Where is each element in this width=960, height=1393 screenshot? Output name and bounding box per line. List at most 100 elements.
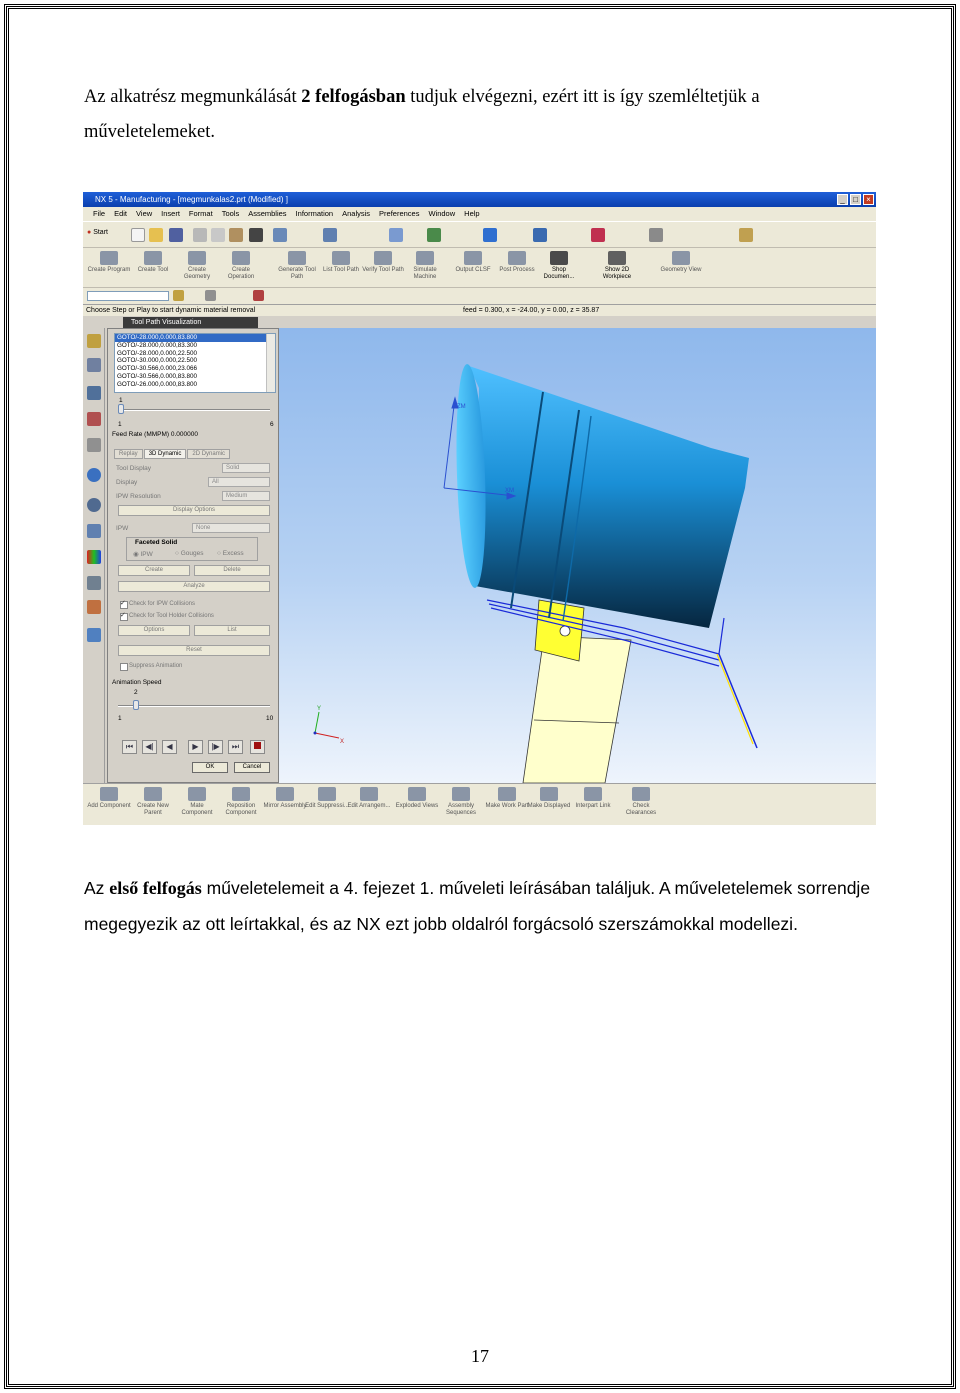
make-displayed-button[interactable]: Make Displayed [527, 787, 571, 821]
web-browser-icon[interactable] [87, 468, 101, 482]
play-button[interactable]: ▶ [188, 740, 203, 754]
save-icon[interactable] [169, 228, 183, 242]
play-back-button[interactable]: ◀ [162, 740, 177, 754]
assembly-navigator-icon[interactable] [87, 386, 101, 400]
menu-preferences[interactable]: Preferences [379, 207, 419, 221]
list-item[interactable]: GOTO/-26.000,0.000,83.800 [115, 381, 275, 389]
ipw-resolution-select[interactable]: Medium [222, 491, 270, 501]
output-clsf-button[interactable]: Output CLSF [451, 251, 495, 285]
menu-analysis[interactable]: Analysis [342, 207, 370, 221]
start-button[interactable]: ● Start [87, 229, 108, 236]
goto-listbox[interactable]: GOTO/-28.000,0.000,83.800 GOTO/-28.000,0… [114, 333, 276, 393]
rotate-icon[interactable] [427, 228, 441, 242]
process-studio-icon[interactable] [87, 576, 101, 590]
mate-component-button[interactable]: Mate Component [175, 787, 219, 821]
tool-display-select[interactable]: Solid [222, 463, 270, 473]
animation-speed-slider[interactable] [118, 705, 270, 707]
list-item[interactable]: GOTO/-30.000,0.000,22.500 [115, 357, 275, 365]
edit-suppression-button[interactable]: Edit Suppressi... [305, 787, 349, 821]
part-navigator-icon[interactable] [87, 412, 101, 426]
snap-point-icon[interactable] [205, 290, 216, 301]
cancel-button[interactable]: Cancel [234, 762, 270, 773]
view-orientation-icon[interactable] [533, 228, 547, 242]
operation-navigator-icon[interactable] [87, 334, 101, 348]
shop-documentation-button[interactable]: Shop Documen... [537, 251, 581, 285]
zoom-icon[interactable] [389, 228, 403, 242]
edit-arrangements-button[interactable]: Edit Arrangem... [347, 787, 391, 821]
post-process-button[interactable]: Post Process [495, 251, 539, 285]
step-slider-knob[interactable] [118, 404, 124, 414]
add-component-button[interactable]: Add Component [87, 787, 131, 821]
menu-file[interactable]: File [93, 207, 105, 221]
show-2d-workpiece-button[interactable]: Show 2D Workpiece [595, 251, 639, 285]
interpart-link-button[interactable]: Interpart Link [571, 787, 615, 821]
check-tool-holder-checkbox[interactable]: Check for Tool Holder Collisions [120, 611, 214, 621]
skip-to-end-button[interactable]: ⏭ [228, 740, 243, 754]
check-ipw-collisions-checkbox[interactable]: Check for IPW Collisions [120, 599, 195, 609]
minimize-button[interactable]: _ [837, 194, 848, 205]
roles-icon[interactable] [87, 600, 101, 614]
layer-icon[interactable] [739, 228, 753, 242]
simulate-machine-button[interactable]: Simulate Machine [403, 251, 447, 285]
reposition-component-button[interactable]: Reposition Component [219, 787, 263, 821]
palette-icon[interactable] [87, 550, 101, 564]
step-slider[interactable] [118, 409, 270, 411]
tab-replay[interactable]: Replay [114, 449, 143, 459]
close-button[interactable]: × [863, 194, 874, 205]
skip-to-start-button[interactable]: ⏮ [122, 740, 137, 754]
mirror-assembly-button[interactable]: Mirror Assembly [263, 787, 307, 821]
selection-icon[interactable] [649, 228, 663, 242]
analyze-button[interactable]: Analyze [118, 581, 270, 592]
menu-help[interactable]: Help [464, 207, 479, 221]
listbox-scrollbar[interactable] [266, 334, 275, 392]
graphics-window[interactable]: ZM XM Y X [279, 328, 876, 783]
geometry-view-button[interactable]: Geometry View [659, 251, 703, 285]
cut-icon[interactable] [193, 228, 207, 242]
menu-assemblies[interactable]: Assemblies [248, 207, 286, 221]
check-clearances-button[interactable]: Check Clearances [619, 787, 663, 821]
maximize-button[interactable]: □ [850, 194, 861, 205]
animation-speed-knob[interactable] [133, 700, 139, 710]
delete-button[interactable]: Delete [194, 565, 270, 576]
paste-icon[interactable] [229, 228, 243, 242]
menu-format[interactable]: Format [189, 207, 213, 221]
list-item[interactable]: GOTO/-30.566,0.000,23.066 [115, 365, 275, 373]
render-style-icon[interactable] [483, 228, 497, 242]
exploded-views-button[interactable]: Exploded Views [395, 787, 439, 821]
undo-icon[interactable] [273, 228, 287, 242]
machine-tool-icon[interactable] [87, 358, 101, 372]
suppress-animation-checkbox[interactable]: Suppress Animation [120, 663, 182, 671]
system-materials-icon[interactable] [87, 524, 101, 538]
menu-insert[interactable]: Insert [161, 207, 180, 221]
stop-button[interactable] [250, 740, 265, 754]
tab-3d-dynamic[interactable]: 3D Dynamic [143, 449, 187, 459]
ok-button[interactable]: OK [192, 762, 228, 773]
menu-information[interactable]: Information [296, 207, 334, 221]
verify-tool-path-button[interactable]: Verify Tool Path [361, 251, 405, 285]
ipw-select[interactable]: None [192, 523, 270, 533]
menu-view[interactable]: View [136, 207, 152, 221]
snap-icon[interactable] [591, 228, 605, 242]
menu-window[interactable]: Window [428, 207, 455, 221]
display-options-button[interactable]: Display Options [118, 505, 270, 516]
list-item[interactable]: GOTO/-28.000,0.000,83.300 [115, 342, 275, 350]
assembly-sequences-button[interactable]: Assembly Sequences [439, 787, 483, 821]
filter-icon[interactable] [173, 290, 184, 301]
generate-tool-path-button[interactable]: Generate Tool Path [275, 251, 319, 285]
reuse-library-icon[interactable] [87, 438, 101, 452]
menu-tools[interactable]: Tools [222, 207, 240, 221]
display-select[interactable]: All [208, 477, 270, 487]
copy-icon[interactable] [211, 228, 225, 242]
tab-2d-dynamic[interactable]: 2D Dynamic [187, 449, 231, 459]
history-icon[interactable] [87, 498, 101, 512]
create-geometry-button[interactable]: Create Geometry [175, 251, 219, 285]
type-filter-combo[interactable] [87, 291, 169, 301]
list-button[interactable]: List [194, 625, 270, 636]
open-icon[interactable] [149, 228, 163, 242]
create-operation-button[interactable]: Create Operation [219, 251, 263, 285]
system-scenes-icon[interactable] [87, 628, 101, 642]
step-forward-button[interactable]: |▶ [208, 740, 223, 754]
list-item[interactable]: GOTO/-28.000,0.000,83.800 [115, 334, 275, 342]
options-button[interactable]: Options [118, 625, 190, 636]
list-item[interactable]: GOTO/-30.566,0.000,83.800 [115, 373, 275, 381]
